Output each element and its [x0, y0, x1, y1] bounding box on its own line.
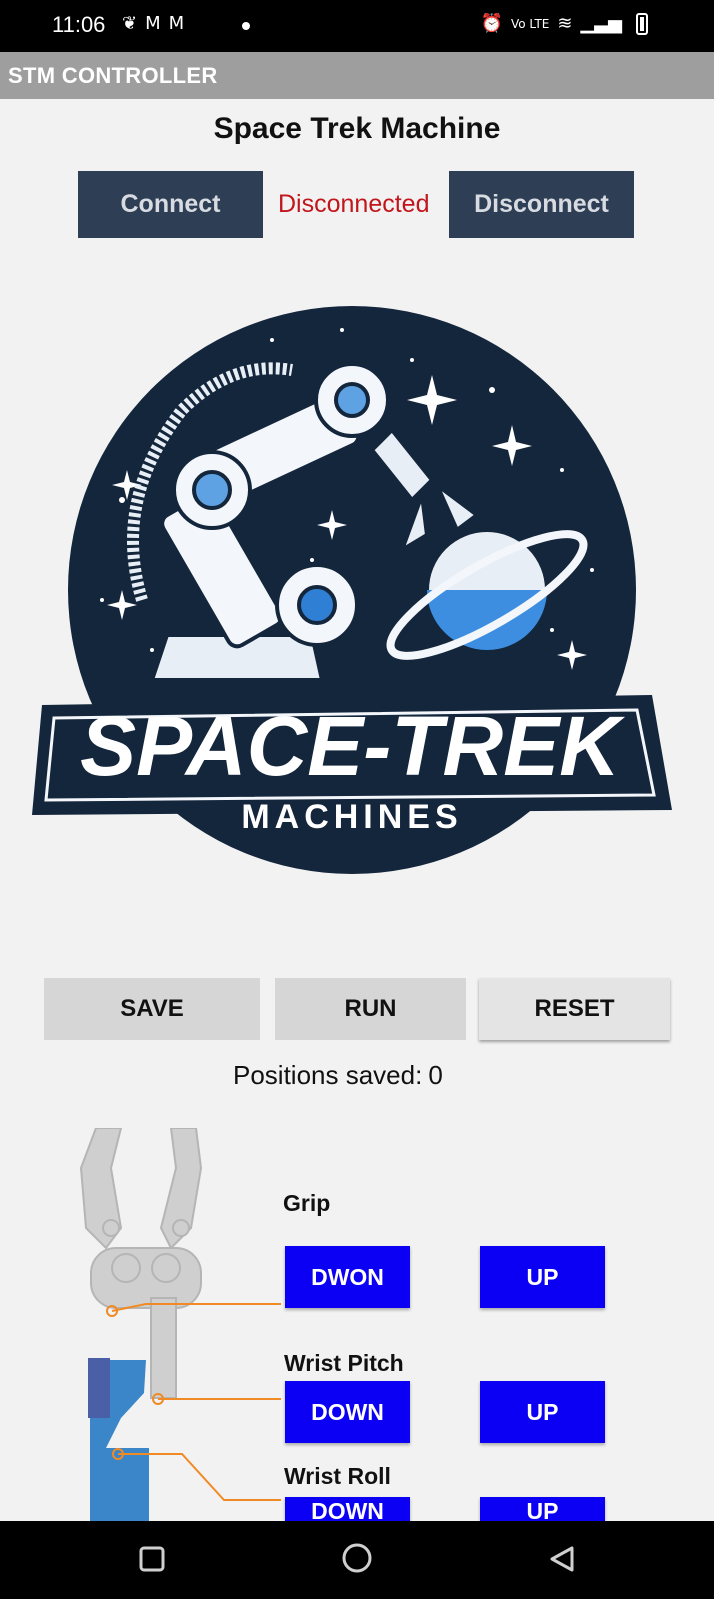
space-trek-logo: SPACE-TREK MACHINES [32, 306, 672, 874]
alarm-icon: ⏰ [480, 13, 503, 34]
signal-icon: ▁▃▅ [580, 13, 622, 34]
robot-arm-diagram [66, 1128, 281, 1523]
run-button[interactable]: RUN [275, 978, 466, 1040]
positions-saved: Positions saved: 0 [233, 1060, 443, 1091]
logo-sub-text: MACHINES [241, 798, 462, 836]
wrist-roll-label: Wrist Roll [284, 1463, 391, 1489]
status-bar: 11:06 ❦ M M ⏰ Vo LTE ≋ ▁▃▅ [0, 0, 714, 52]
connection-status: Disconnected [278, 190, 430, 218]
wrist-pitch-up-button[interactable]: UP [480, 1381, 605, 1443]
gmail-icon: M [168, 13, 185, 34]
positions-saved-label: Positions saved: [233, 1060, 423, 1090]
recents-square-icon[interactable] [138, 1545, 166, 1573]
home-circle-icon[interactable] [341, 1542, 373, 1574]
logo-main-text: SPACE-TREK [80, 699, 625, 793]
wrist-roll-down-button[interactable]: DOWN [285, 1497, 410, 1521]
volte-icon: Vo LTE [510, 16, 550, 31]
page-title: Space Trek Machine [213, 112, 501, 145]
app-bar: STM CONTROLLER [0, 52, 714, 99]
grip-up-button[interactable]: UP [480, 1246, 605, 1308]
back-triangle-icon[interactable] [548, 1545, 576, 1573]
status-left-icons: ❦ M M [122, 13, 184, 34]
wifi-icon: ≋ [557, 13, 573, 34]
grip-down-button[interactable]: DWON [285, 1246, 410, 1308]
dot-icon [242, 22, 250, 30]
wrist-roll-up-button[interactable]: UP [480, 1497, 605, 1521]
save-button[interactable]: SAVE [44, 978, 260, 1040]
wrist-pitch-label: Wrist Pitch [284, 1350, 404, 1376]
navigation-bar [0, 1521, 714, 1599]
status-time: 11:06 [52, 12, 106, 37]
disconnect-button[interactable]: Disconnect [449, 171, 634, 238]
battery-icon [636, 13, 648, 35]
gmail-icon: M [145, 13, 161, 34]
app-bar-title: STM CONTROLLER [8, 63, 218, 88]
connect-button[interactable]: Connect [78, 171, 263, 238]
status-right-icons: ⏰ Vo LTE ≋ ▁▃▅ [481, 13, 622, 34]
positions-saved-count: 0 [428, 1060, 443, 1090]
leaf-icon: ❦ [122, 13, 138, 34]
grip-label: Grip [283, 1190, 331, 1216]
reset-button[interactable]: RESET [479, 978, 670, 1040]
wrist-pitch-down-button[interactable]: DOWN [285, 1381, 410, 1443]
